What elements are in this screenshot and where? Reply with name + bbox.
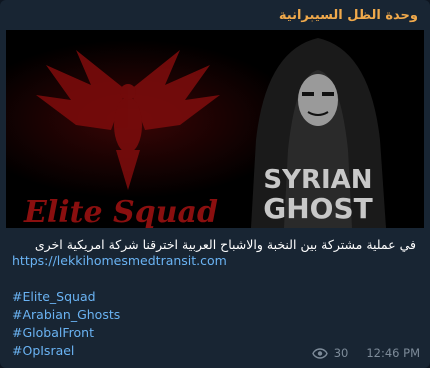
post-image[interactable]: Elite Squad SYRIAN GHOST [6, 30, 424, 228]
caption-url-link[interactable]: https://lekkihomesmedtransit.com [12, 252, 227, 270]
right-graphic-text-2: GHOST [263, 192, 372, 225]
left-graphic-text: Elite Squad [23, 195, 218, 228]
right-graphic-text-1: SYRIAN [263, 165, 372, 195]
message-time: 12:46 PM [366, 346, 420, 360]
views-eye-icon [311, 347, 328, 359]
channel-name[interactable]: وحدة الظل السيبرانية [0, 8, 418, 23]
hashtag-arabian-ghosts[interactable]: #Arabian_Ghosts [12, 306, 120, 324]
hashtag-globalfront[interactable]: #GlobalFront [12, 324, 94, 342]
hashtag-opisrael[interactable]: #OpIsrael [12, 342, 74, 360]
message-meta: 30 12:46 PM [311, 346, 420, 360]
hashtag-elite-squad[interactable]: #Elite_Squad [12, 288, 96, 306]
views-count: 30 [333, 346, 349, 360]
post-image-graphic: Elite Squad SYRIAN GHOST [6, 30, 424, 228]
message-bubble: وحدة الظل السيبرانية Elite Squad SYRIAN … [0, 0, 430, 368]
